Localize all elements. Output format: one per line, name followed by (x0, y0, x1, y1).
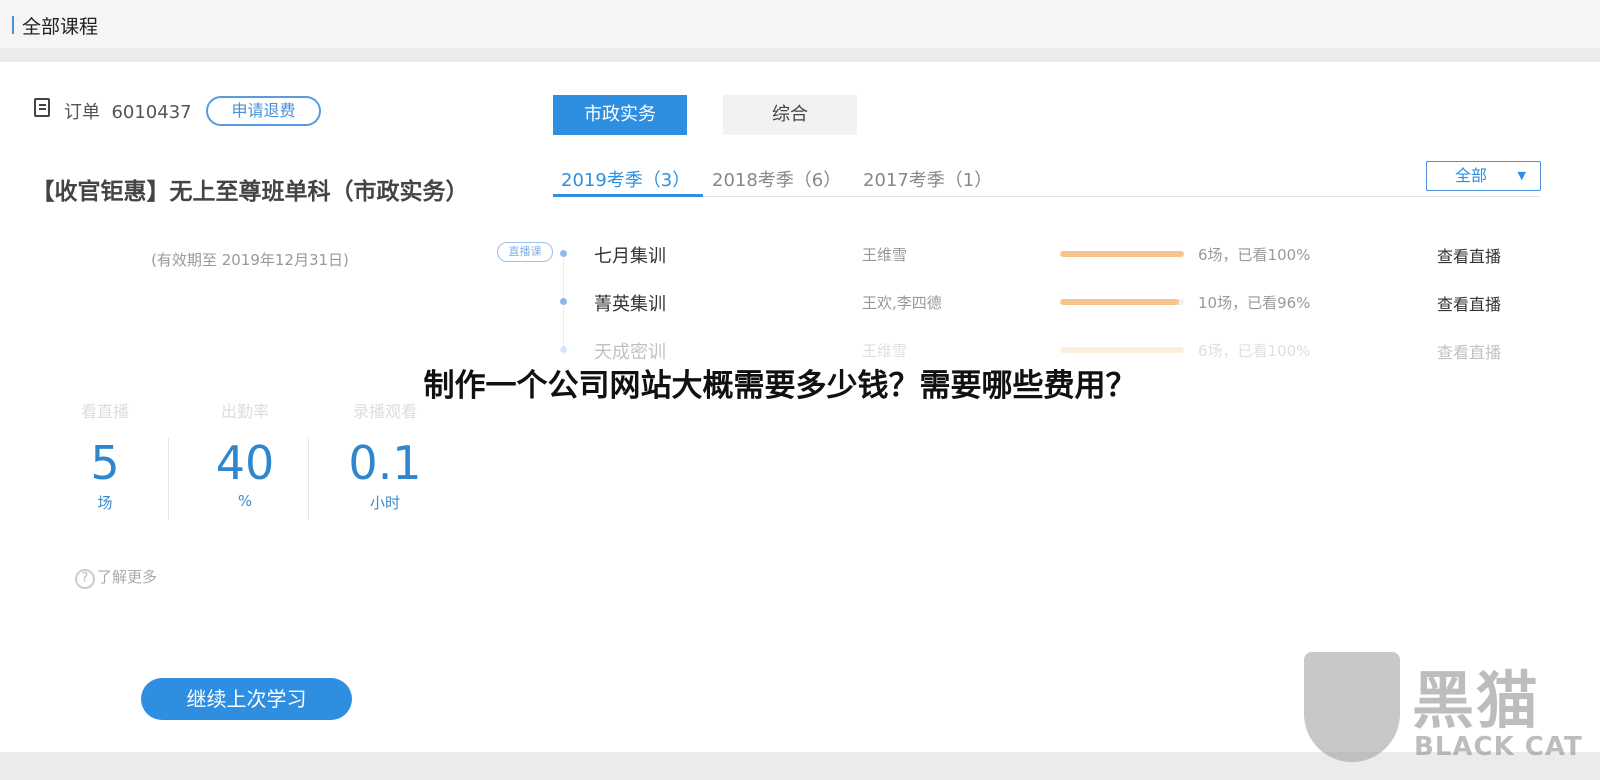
divider (168, 438, 169, 520)
session-name: 菁英集训 (594, 294, 666, 315)
order-info: 订单 6010437 (64, 98, 192, 124)
overlay-headline: 制作一个公司网站大概需要多少钱？需要哪些费用？ (423, 368, 1137, 404)
page-title: 全部课程 (22, 16, 99, 38)
progress-bar (1060, 251, 1184, 257)
order-label: 订单 (64, 102, 100, 123)
timeline-dot (560, 250, 567, 257)
season-tab-2019[interactable]: 2019考季（3） (561, 166, 690, 192)
view-live-link[interactable]: 查看直播 (1437, 243, 1501, 267)
stat-unit: 小时 (369, 494, 400, 512)
course-title: 【收官钜惠】无上至尊班单科（市政实务） (31, 179, 469, 205)
top-bar: 全部课程 (0, 0, 1600, 48)
stat-value: 5 (90, 436, 120, 490)
progress-fill (1060, 299, 1180, 305)
tab-general[interactable]: 综合 (723, 95, 857, 135)
divider (308, 438, 309, 520)
progress-bar (1060, 299, 1184, 305)
table-row: 七月集训 王维雪 6场，已看100% 查看直播 (0, 239, 1600, 269)
refund-button[interactable]: 申请退费 (206, 96, 321, 126)
cat-shield-icon (1304, 652, 1400, 762)
active-tab-underline (553, 194, 703, 197)
season-tab-2018[interactable]: 2018考季（6） (712, 166, 841, 192)
session-teacher: 王维雪 (862, 342, 908, 360)
help-icon: ? (75, 569, 95, 589)
season-tab-2017[interactable]: 2017考季（1） (863, 166, 992, 192)
watermark-en: BLACK CAT (1414, 732, 1583, 762)
learn-more-label: 了解更多 (97, 568, 158, 586)
title-accent-bar (12, 16, 14, 34)
stat-live: 看直播 5 场 (40, 398, 170, 513)
progress-bar (1060, 347, 1184, 353)
continue-learning-button[interactable]: 继续上次学习 (141, 678, 352, 720)
progress-fill (1060, 347, 1184, 353)
tab-municipal[interactable]: 市政实务 (553, 95, 687, 135)
order-icon (34, 98, 50, 117)
session-teacher: 王维雪 (862, 246, 908, 264)
session-name: 七月集训 (594, 246, 666, 267)
session-progress: 6场，已看100% (1198, 342, 1311, 360)
session-teacher: 王欢,李四德 (862, 294, 942, 312)
table-row: 菁英集训 王欢,李四德 10场，已看96% 查看直播 (0, 287, 1600, 317)
filter-dropdown[interactable]: 全部 ▼ (1426, 161, 1541, 191)
watermark-cn: 黑猫 (1412, 664, 1541, 737)
learn-more-link[interactable]: ? 了解更多 (75, 566, 157, 589)
divider (0, 48, 1600, 62)
timeline-dot (560, 346, 567, 353)
stat-value: 0.1 (348, 436, 422, 490)
order-number: 6010437 (111, 102, 192, 123)
stat-unit: 场 (97, 494, 113, 512)
timeline-dot (560, 298, 567, 305)
filter-value: 全部 (1455, 166, 1488, 185)
stat-value: 40 (215, 436, 275, 490)
stat-recorded: 录播观看 0.1 小时 (320, 398, 450, 513)
stat-unit: % (237, 492, 253, 510)
caret-down-icon: ▼ (1517, 169, 1526, 182)
session-progress: 6场，已看100% (1198, 246, 1311, 264)
session-progress: 10场，已看96% (1198, 294, 1311, 312)
blackcat-watermark: 黑猫 BLACK CAT (1300, 650, 1600, 770)
view-live-link[interactable]: 查看直播 (1437, 291, 1501, 315)
progress-fill (1060, 251, 1184, 257)
stat-attendance: 出勤率 40 % (180, 398, 310, 510)
